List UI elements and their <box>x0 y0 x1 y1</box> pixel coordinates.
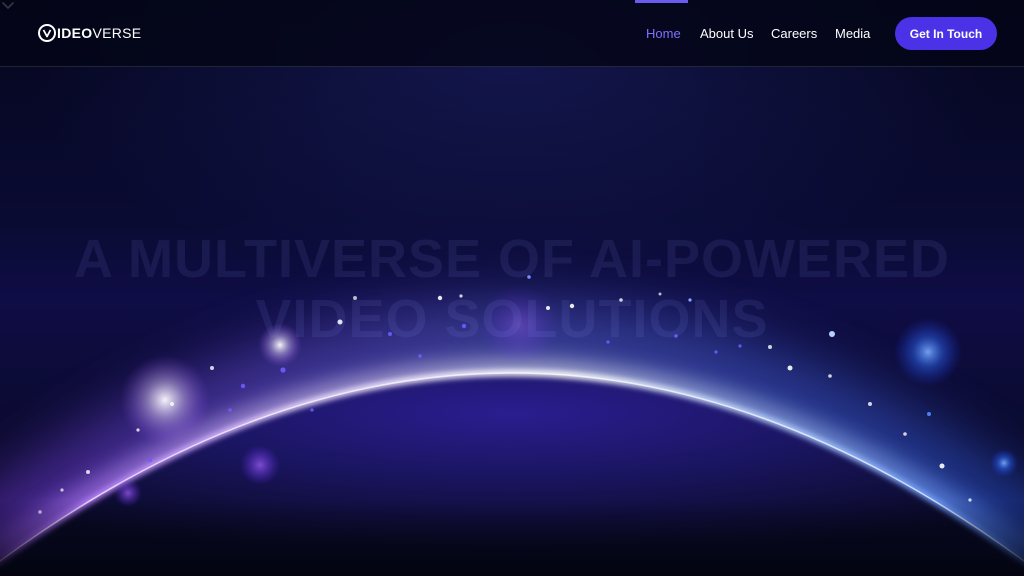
top-navbar: IDEO VERSE Home About Us Careers Media G… <box>0 0 1024 67</box>
nav-item-media[interactable]: Media <box>835 0 870 67</box>
logo-text-light: VERSE <box>92 25 142 41</box>
logo-v-icon <box>38 24 56 42</box>
nav-item-about-us[interactable]: About Us <box>700 0 753 67</box>
videoverse-logo[interactable]: IDEO VERSE <box>38 23 141 43</box>
hero-section: A MULTIVERSE OF AI-POWERED VIDEO SOLUTIO… <box>0 0 1024 576</box>
nav-item-home[interactable]: Home <box>646 0 681 67</box>
hero-headline-line2: VIDEO SOLUTIONS <box>255 289 769 349</box>
hero-headline-line1: A MULTIVERSE OF AI-POWERED <box>74 229 950 289</box>
logo-text-bold: IDEO <box>57 25 93 41</box>
nav-item-careers[interactable]: Careers <box>771 0 817 67</box>
get-in-touch-button[interactable]: Get In Touch <box>895 17 997 50</box>
